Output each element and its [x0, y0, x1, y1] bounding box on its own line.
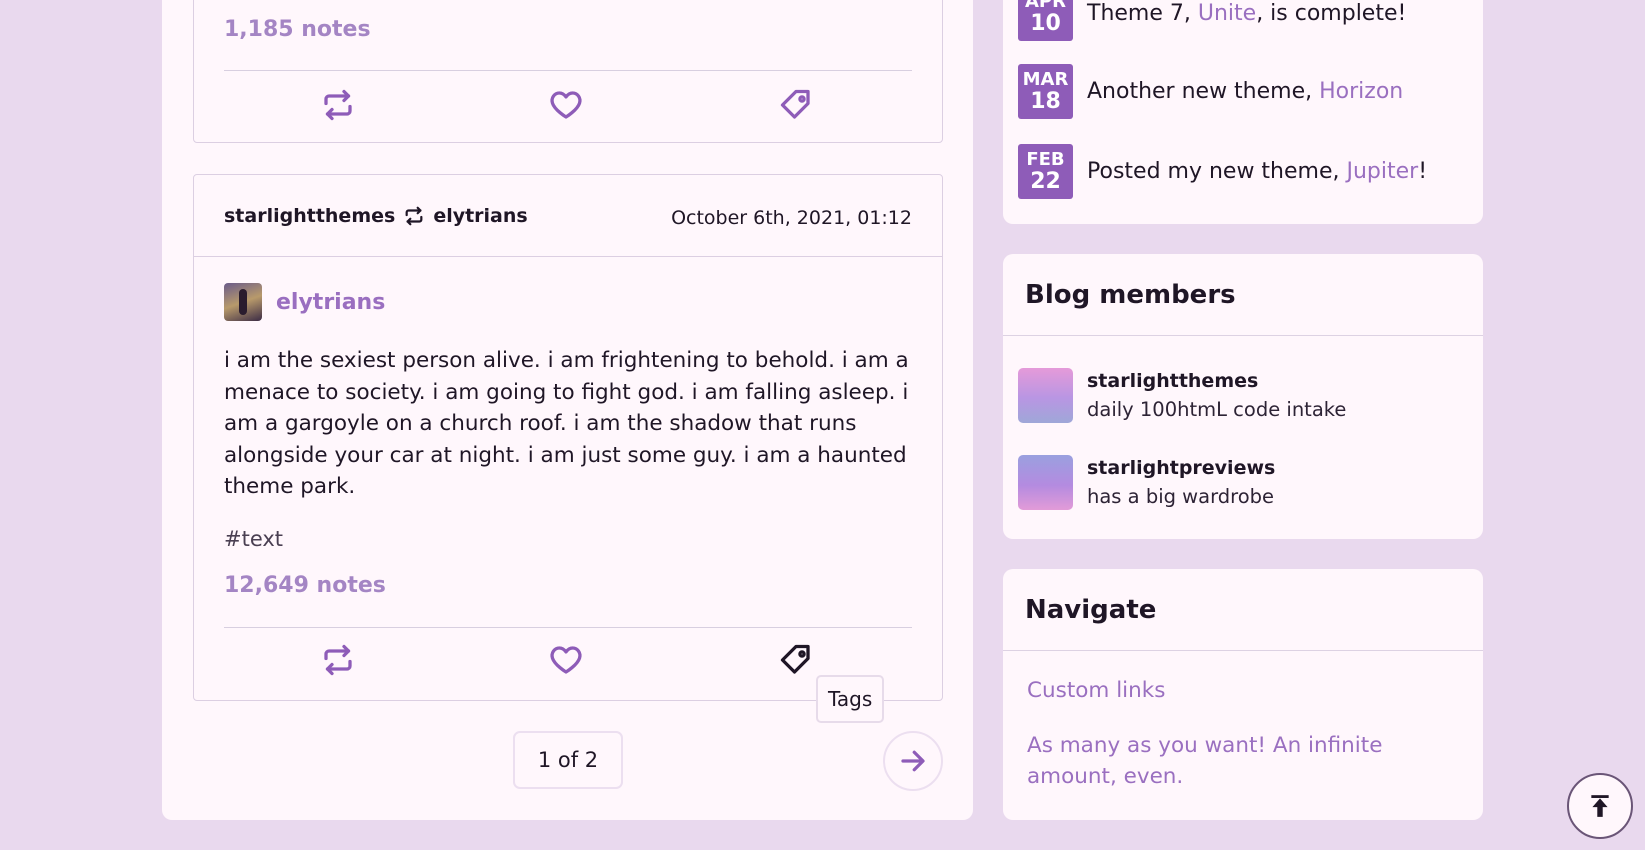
date-badge: FEB 22	[1018, 144, 1073, 199]
reblog-icon	[324, 89, 352, 121]
post-card: starlightthemes elytrians October 6th, 2…	[193, 174, 943, 701]
arrow-right-icon	[901, 750, 925, 772]
heart-icon	[550, 646, 582, 674]
notes-count[interactable]: 12,649 notes	[224, 573, 386, 598]
avatar[interactable]	[224, 283, 262, 321]
update-link[interactable]: Horizon	[1319, 79, 1403, 104]
tags-tooltip: Tags	[816, 675, 885, 723]
like-button[interactable]	[546, 640, 586, 680]
tag-icon	[780, 644, 810, 674]
tags-button[interactable]	[776, 85, 816, 125]
reblog-icon	[405, 206, 423, 226]
pagination-indicator: 1 of 2	[513, 731, 623, 789]
member-description: has a big wardrobe	[1087, 485, 1275, 508]
update-text: Posted my new theme, Jupiter!	[1087, 159, 1428, 184]
card-title: Navigate	[1025, 595, 1157, 625]
next-page-button[interactable]	[883, 731, 943, 791]
reblog-button[interactable]	[318, 85, 358, 125]
member-item[interactable]: starlightthemes daily 100htmL code intak…	[1018, 368, 1346, 423]
member-name[interactable]: starlightpreviews	[1087, 457, 1275, 479]
original-author-name[interactable]: elytrians	[433, 205, 527, 227]
avatar[interactable]	[1018, 368, 1073, 423]
update-link[interactable]: Jupiter	[1347, 159, 1419, 184]
like-button[interactable]	[546, 85, 586, 125]
update-item: MAR 18 Another new theme, Horizon	[1018, 64, 1403, 119]
reblog-button[interactable]	[318, 640, 358, 680]
tag-icon	[780, 89, 810, 119]
post-divider	[224, 70, 912, 71]
post-divider	[224, 627, 912, 628]
post-tag[interactable]: #text	[224, 527, 283, 551]
post-header: starlightthemes elytrians October 6th, 2…	[194, 175, 942, 257]
back-to-top-icon	[1591, 795, 1609, 817]
card-title: Blog members	[1025, 280, 1236, 310]
post-date[interactable]: October 6th, 2021, 01:12	[671, 207, 912, 229]
update-item: FEB 22 Posted my new theme, Jupiter!	[1018, 144, 1427, 199]
notes-count[interactable]: 1,185 notes	[224, 17, 371, 42]
back-to-top-button[interactable]	[1567, 773, 1633, 839]
blog-members-card: Blog members starlightthemes daily 100ht…	[1003, 254, 1483, 539]
card-divider	[1003, 650, 1483, 651]
post-author: elytrians	[224, 283, 385, 321]
member-name[interactable]: starlightthemes	[1087, 370, 1346, 392]
updates-card: APR 10 Theme 7, Unite, is complete! MAR 18…	[1003, 0, 1483, 224]
post-card: 1,185 notes	[193, 0, 943, 143]
reblogger-name[interactable]: starlightthemes	[224, 205, 395, 227]
update-link[interactable]: Unite	[1198, 1, 1256, 26]
navigate-card: Navigate Custom links As many as you wan…	[1003, 569, 1483, 820]
nav-link[interactable]: Custom links	[1027, 675, 1443, 706]
card-divider	[1003, 335, 1483, 336]
member-description: daily 100htmL code intake	[1087, 398, 1347, 421]
date-badge: APR 10	[1018, 0, 1073, 41]
update-text: Another new theme, Horizon	[1087, 79, 1404, 104]
avatar[interactable]	[1018, 455, 1073, 510]
heart-icon	[550, 91, 582, 119]
update-item: APR 10 Theme 7, Unite, is complete!	[1018, 0, 1406, 41]
date-badge: MAR 18	[1018, 64, 1073, 119]
reblog-trail: starlightthemes elytrians	[224, 205, 528, 227]
update-text: Theme 7, Unite, is complete!	[1087, 1, 1407, 26]
reblog-icon	[324, 644, 352, 676]
nav-link[interactable]: As many as you want! An infinite amount,…	[1027, 730, 1443, 792]
author-name[interactable]: elytrians	[276, 290, 385, 315]
tags-button[interactable]	[776, 640, 816, 680]
member-item[interactable]: starlightpreviews has a big wardrobe	[1018, 455, 1275, 510]
post-body: i am the sexiest person alive. i am frig…	[224, 348, 909, 499]
